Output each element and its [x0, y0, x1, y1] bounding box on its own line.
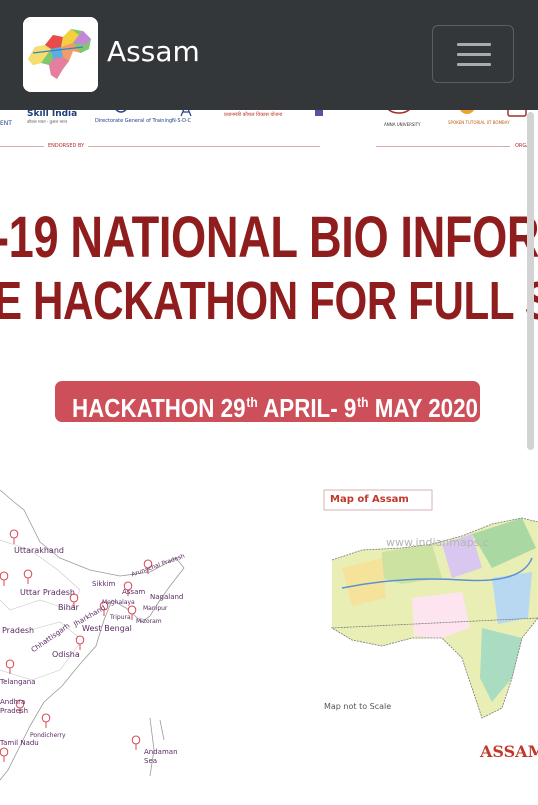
dgt-logo-text: Directorate General of Training — [95, 118, 173, 124]
map-label: Telangana — [0, 678, 36, 686]
assam-map-image: Map of Assam www.indianmaps.c Map not to… — [322, 488, 538, 728]
map-label: Uttar Pradesh — [20, 588, 75, 597]
assam-logo[interactable] — [23, 17, 98, 92]
assam-caption: ASSAM — [480, 742, 538, 761]
assam-map-watermark: www.indianmaps.c — [386, 536, 489, 549]
hackathon-dates-text: HACKATHON 29th APRIL- 9th MAY 2020 — [72, 393, 478, 423]
hamburger-icon — [457, 43, 491, 46]
map-label: Nagaland — [150, 593, 184, 601]
sponsor-logos: ENT Skill India कौशल भारत - कुशल भारत Di… — [0, 110, 538, 146]
map-label: Tripura — [110, 614, 131, 621]
map-label: Uttarakhand — [14, 546, 64, 555]
map-label: West Bengal — [82, 624, 132, 633]
map-scale-note: Map not to Scale — [324, 702, 392, 711]
top-navbar: Assam — [0, 0, 538, 110]
skill-india-logo: Skill India — [27, 110, 78, 119]
map-label: Tamil Nadu — [0, 739, 39, 747]
scrollbar-thumb[interactable] — [527, 112, 534, 450]
divider-line — [376, 146, 510, 147]
logo-text: ENT — [0, 120, 12, 127]
hamburger-icon — [457, 63, 491, 66]
headline-line-1: -19 NATIONAL BIO INFORMA — [0, 205, 538, 270]
map-label: Andaman Sea — [144, 748, 178, 765]
dgt-emblem-icon — [115, 110, 127, 113]
map-label: Pradesh — [2, 626, 35, 635]
map-label: Andhra Pradesh — [0, 698, 29, 715]
endorsed-by-label: ENDORSED BY — [48, 143, 85, 149]
assam-map-title: Map of Assam — [330, 494, 409, 505]
map-label: Manipur — [143, 605, 168, 612]
map-label: Mizoram — [136, 618, 162, 625]
assam-map-logo-icon — [23, 17, 98, 92]
spoken-tutorial-logo-icon — [460, 110, 474, 114]
hackathon-banner: ENT Skill India कौशल भारत - कुशल भारत Di… — [0, 110, 538, 450]
spoken-tutorial-logo-text: SPOKEN TUTORIAL IIT BOMBAY — [448, 120, 510, 125]
pmkvy-logo-text: प्रधानमंत्री कौशल विकास योजना — [224, 112, 283, 118]
map-label: Bihar — [58, 603, 79, 612]
anna-university-logo-text: ANNA UNIVERSITY — [384, 122, 421, 127]
divider-line — [88, 146, 320, 147]
nsdc-logo-text: N·S·D·C — [172, 118, 192, 124]
logo-icon — [507, 110, 527, 117]
emblem-icon — [315, 110, 323, 116]
headline-line-2: E HACKATHON FOR FULL STAC — [0, 271, 538, 331]
map-label: Assam — [122, 588, 146, 596]
divider-line — [0, 146, 44, 147]
maps-section: Uttarakhand Uttar Pradesh Bihar Sikkim A… — [0, 450, 538, 805]
nsdc-logo-icon — [180, 110, 192, 117]
anna-university-emblem-icon — [388, 110, 410, 114]
brand-title[interactable]: Assam — [107, 34, 200, 70]
logo-text: कौशल भारत - कुशल भारत — [27, 119, 68, 124]
map-label: Odisha — [52, 650, 80, 659]
map-label: Sikkim — [92, 580, 116, 588]
map-label: Pondicherry — [30, 732, 66, 739]
map-label: Meghalaya — [102, 599, 135, 606]
hamburger-icon — [457, 53, 491, 56]
assam-map-graphic — [323, 489, 538, 720]
navbar-toggler-button[interactable] — [432, 25, 514, 83]
